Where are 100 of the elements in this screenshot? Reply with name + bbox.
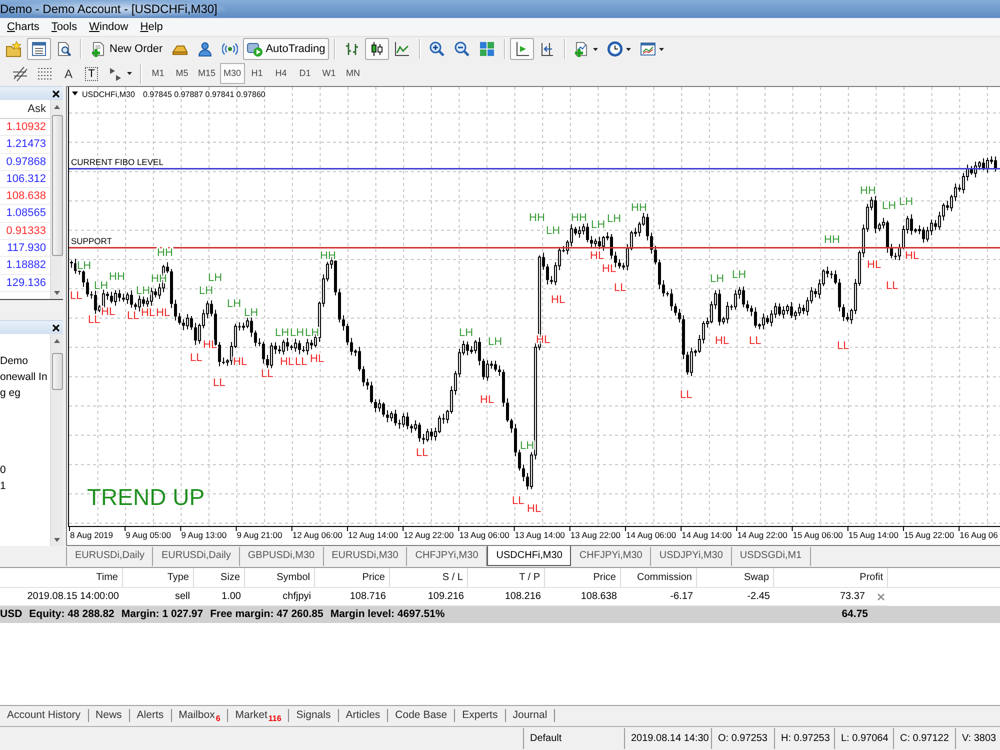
menu-item[interactable]: Tools: [45, 18, 84, 36]
swing-label: HL: [715, 335, 730, 347]
trend-label: TREND UP: [87, 484, 205, 510]
timeframe-button[interactable]: M5: [170, 63, 194, 84]
swing-label: LH: [591, 219, 606, 231]
terminal-tab[interactable]: Signals: [289, 709, 339, 722]
terminal-tab[interactable]: Mailbox$_{6}$: [172, 709, 228, 722]
line-chart-icon: [394, 41, 410, 57]
timeframe-button[interactable]: H1: [245, 63, 270, 84]
swing-label: HL: [905, 250, 920, 262]
status-text: Default: [530, 733, 562, 744]
terminal-tab[interactable]: Articles: [338, 709, 388, 722]
status-text: C: 0.97122: [900, 733, 949, 744]
swing-label: HL: [602, 263, 616, 275]
swing-label: LH: [459, 327, 474, 339]
time-axis-label: 13 Aug 22:00: [570, 530, 620, 540]
swing-label: LL: [295, 356, 308, 368]
navigator-item[interactable]: onewall In: [0, 369, 50, 385]
table-cell-text: 73.37: [840, 590, 865, 604]
timeframe-button[interactable]: H4: [269, 63, 294, 84]
ask-price: 129.136: [6, 276, 46, 289]
document-plus-icon: [90, 41, 106, 57]
swing-label: HH: [109, 271, 125, 283]
toolbar-button[interactable]: [510, 38, 534, 60]
swing-label: LH: [227, 298, 242, 310]
scrollbar[interactable]: [50, 100, 63, 299]
swing-label: LH: [520, 440, 534, 452]
terminal-tab[interactable]: Journal: [506, 709, 556, 722]
caret-icon: [659, 48, 664, 50]
terminal-tab[interactable]: Market$_{116}$: [228, 709, 290, 722]
column-header: Symbol: [245, 568, 315, 587]
status-text: L: 0.97064: [841, 733, 888, 744]
autotrading-button[interactable]: AutoTrading: [242, 38, 330, 60]
ask-price: 1.08565: [6, 207, 46, 220]
level-label: SUPPORT: [71, 236, 112, 246]
navigator-item[interactable]: Demo: [0, 353, 50, 369]
column-header: Swap: [697, 568, 774, 587]
menu-item[interactable]: Help: [134, 18, 169, 36]
swing-label: LL: [190, 352, 202, 364]
ask-price: 1.10932: [6, 121, 46, 133]
chart-tab[interactable]: EURUSDi,Daily: [153, 547, 240, 566]
terminal-tab[interactable]: Alerts: [130, 709, 172, 722]
terminal-tab[interactable]: Code Base: [388, 709, 456, 722]
play-badge-icon: [246, 41, 263, 57]
zoom-in-icon: [429, 41, 446, 57]
chart-tab[interactable]: CHFJPYi,M30: [571, 547, 652, 566]
chart-tab[interactable]: EURUSDi,M30: [324, 547, 408, 566]
terminal-tab[interactable]: News: [88, 709, 130, 722]
status-text: 2019.08.14 14:30: [631, 733, 709, 744]
dotted-lines-icon: [36, 66, 52, 82]
chart-template-icon: [640, 41, 656, 57]
navigator-item[interactable]: 1: [0, 478, 50, 494]
chart-tab[interactable]: USDSGDi,M1: [732, 547, 811, 566]
summary-text: Free margin: 47 260.85: [210, 607, 324, 622]
ask-price: 0.97868: [6, 156, 46, 168]
chart-tab[interactable]: USDCHFi,M30: [487, 546, 572, 566]
new-order-button[interactable]: New Order: [86, 38, 167, 60]
ask-price: 1.21473: [6, 138, 46, 150]
terminal-tab[interactable]: Experts: [455, 709, 506, 722]
ask-price: 117.930: [7, 242, 46, 254]
column-header: S / L: [390, 568, 468, 587]
time-axis-label: 9 Aug 21:00: [236, 530, 282, 540]
timeframe-button[interactable]: MN: [341, 63, 366, 84]
swing-label: HL: [551, 294, 566, 306]
timeframe-button[interactable]: D1: [293, 63, 318, 84]
time-axis-label: 9 Aug 05:00: [126, 530, 171, 540]
chart-tab[interactable]: EURUSDi,Daily: [66, 547, 154, 566]
navigator-item[interactable]: g eg: [0, 385, 50, 401]
caret-icon: [626, 48, 632, 50]
timeframe-button[interactable]: M30: [220, 63, 246, 84]
caret-icon[interactable]: [72, 92, 78, 96]
zoom-out-icon: [454, 41, 470, 57]
text-tool-button[interactable]: A: [58, 62, 80, 84]
menu-item[interactable]: Charts: [1, 18, 46, 36]
toolbar-button[interactable]: [365, 38, 390, 60]
close-icon[interactable]: [52, 324, 60, 332]
auto-scroll-icon: [514, 41, 530, 57]
swing-label: HL: [590, 250, 604, 262]
timeframe-button[interactable]: M15: [194, 63, 220, 84]
chart-symbol: USDCHFi,M30: [82, 90, 135, 99]
close-icon[interactable]: [52, 90, 60, 98]
swing-label: HL: [480, 394, 494, 406]
swing-label: LL: [213, 377, 226, 389]
time-axis-label: 15 Aug 14:00: [848, 530, 898, 540]
swing-label: HL: [310, 353, 324, 365]
scrollbar[interactable]: [50, 334, 63, 546]
status-text: O: 0.97253: [718, 733, 768, 744]
ask-price: 106.312: [6, 172, 46, 185]
timeframe-button[interactable]: W1: [317, 63, 342, 84]
text-label-button[interactable]: T: [80, 62, 102, 84]
summary-text: Equity: 48 288.82: [29, 607, 114, 622]
swing-label: HH: [631, 202, 647, 214]
chart-shift-icon: [539, 41, 556, 57]
navigator-item[interactable]: 0: [0, 462, 50, 478]
chart-tab[interactable]: USDJPYi,M30: [651, 547, 732, 566]
timeframe-button[interactable]: M1: [146, 63, 170, 84]
menu-item[interactable]: Window: [83, 18, 134, 36]
chart-tab[interactable]: GBPUSDi,M30: [240, 547, 324, 566]
swing-label: LH: [94, 280, 108, 292]
terminal-tab[interactable]: Account History: [0, 709, 89, 722]
